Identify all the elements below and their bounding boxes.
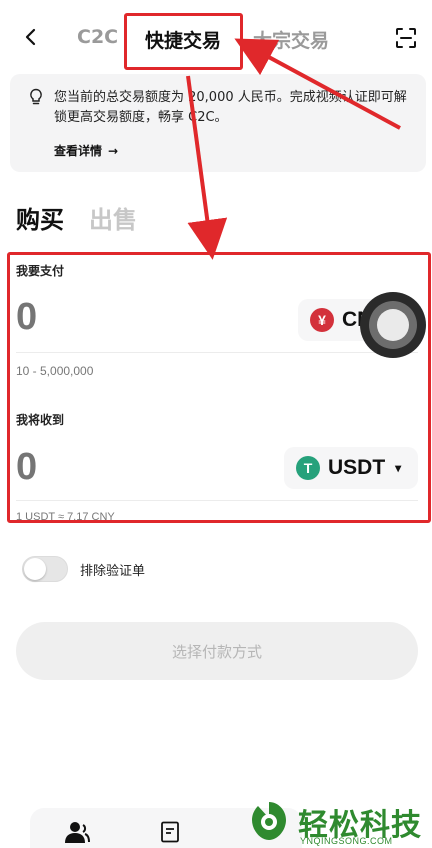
user-icon[interactable] xyxy=(64,820,90,844)
watermark-logo-icon xyxy=(248,800,290,842)
watermark-domain: YNQINGSONG.COM xyxy=(300,836,393,846)
exclude-verified-toggle[interactable] xyxy=(22,556,68,582)
select-payment-method-button[interactable]: 选择付款方式 xyxy=(16,622,418,680)
exclude-verified-label: 排除验证单 xyxy=(80,564,146,579)
orders-icon[interactable] xyxy=(160,821,180,843)
annotation-box-trade-form xyxy=(7,252,431,523)
toggle-knob xyxy=(24,558,46,580)
annotation-arrows xyxy=(186,38,401,260)
